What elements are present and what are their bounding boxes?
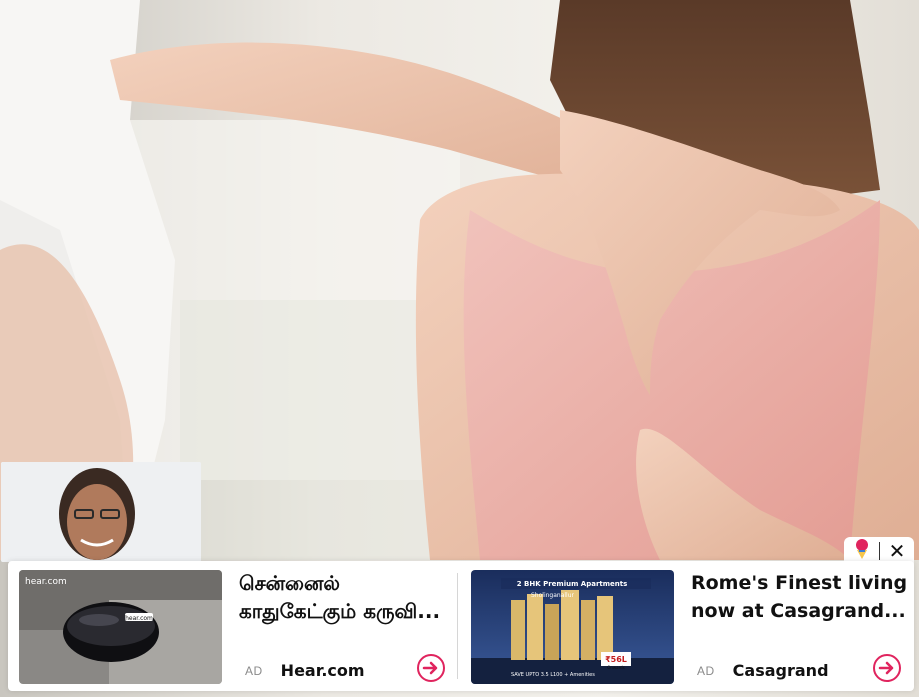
ad-separator xyxy=(457,573,458,679)
close-icon[interactable]: ✕ xyxy=(889,541,906,561)
ad-image-headline: 2 BHK Premium Apartments xyxy=(517,580,628,588)
ad-title[interactable]: சென்னைல் காதுகேட்கும் கருவி... xyxy=(239,569,459,625)
ad-image-amenities: 100 + Amenities xyxy=(553,672,595,678)
arrow-right-icon[interactable] xyxy=(416,653,446,683)
ad-image-product-text: hear.com xyxy=(125,615,153,622)
ad-image-location: Sholinganallur xyxy=(531,592,575,599)
ad-card-hear[interactable]: hear.com hear.com சென்னைல் காதுகேட்கும் … xyxy=(8,561,458,691)
ad-image-price-sub: Onwards xyxy=(607,665,625,670)
ad-meta: AD Hear.com xyxy=(245,661,365,680)
ad-image-casagrand[interactable]: 2 BHK Premium Apartments Sholinganallur … xyxy=(471,570,674,684)
tab-divider xyxy=(879,542,881,560)
ad-label: AD xyxy=(245,663,263,678)
video-thumbnail[interactable] xyxy=(1,462,201,562)
ad-label: AD xyxy=(697,663,715,678)
ad-advertiser[interactable]: Casagrand xyxy=(733,661,829,680)
ad-image-hear[interactable]: hear.com hear.com xyxy=(19,570,222,684)
ad-title[interactable]: Rome's Finest living now at Casagrand... xyxy=(691,569,909,625)
ad-card-casagrand[interactable]: 2 BHK Premium Apartments Sholinganallur … xyxy=(460,561,914,691)
ad-image-offer: SAVE UPTO 3.5 L xyxy=(511,672,553,678)
ad-image-brand-text: hear.com xyxy=(25,577,67,587)
arrow-right-icon[interactable] xyxy=(872,653,902,683)
ad-image-price: ₹56L xyxy=(605,655,627,664)
ad-advertiser[interactable]: Hear.com xyxy=(281,661,365,680)
native-ad-bar: hear.com hear.com சென்னைல் காதுகேட்கும் … xyxy=(8,561,914,691)
ad-meta: AD Casagrand xyxy=(697,661,829,680)
